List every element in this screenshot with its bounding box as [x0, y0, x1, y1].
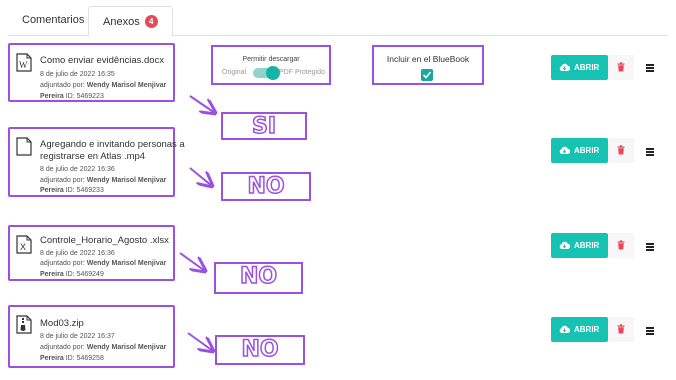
uploader-name: Wendy Marisol Menjivar: [86, 344, 167, 351]
delete-button-3[interactable]: [608, 233, 634, 258]
attachment-item-2: Agregando e invitando personas a registr…: [8, 127, 185, 197]
delete-button-2[interactable]: [608, 138, 634, 163]
excel-file-icon: X: [16, 235, 32, 254]
svg-text:W: W: [19, 60, 28, 70]
uploader-last-name: Pereira: [40, 187, 64, 194]
download-permission-title: Permitir descargar: [242, 56, 300, 63]
file-name[interactable]: Controle_Horario_Agosto .xlsx: [40, 235, 169, 247]
toggle-knob: [266, 66, 280, 80]
bluebook-panel: Incluir en el BlueBook: [372, 45, 484, 85]
trash-icon: [617, 240, 625, 250]
uploaded-by-label: adjuntado por:: [40, 260, 85, 267]
uploader-name: Wendy Marisol Menjivar: [86, 260, 167, 267]
svg-text:X: X: [20, 242, 26, 252]
cloud-download-icon: [559, 146, 570, 155]
uploaded-by-label: adjuntado por:: [40, 344, 85, 351]
uploader-last-name: Pereira: [40, 355, 64, 362]
arrow-1: [189, 95, 215, 113]
file-name[interactable]: Como enviar evidências.docx: [40, 55, 164, 67]
trash-icon: [617, 62, 625, 72]
download-format-toggle[interactable]: [253, 66, 280, 80]
annotation-label-2: NO: [221, 172, 311, 201]
bluebook-checkbox[interactable]: [421, 69, 433, 81]
trash-icon: [617, 145, 625, 155]
open-button-1[interactable]: ABRIR: [551, 55, 608, 80]
file-id: ID: 5469249: [65, 271, 104, 278]
uploader-last-name: Pereira: [40, 271, 64, 278]
attachment-item-1: W Como enviar evidências.docx 8 de julio…: [8, 43, 175, 102]
cloud-download-icon: [559, 63, 570, 72]
arrow-2: [189, 167, 212, 186]
cloud-download-icon: [559, 325, 570, 334]
more-menu-icon-3[interactable]: [646, 243, 654, 251]
bluebook-label: Incluir en el BlueBook: [386, 54, 470, 64]
file-id: ID: 5469233: [65, 187, 104, 194]
original-option-label: Original: [222, 69, 247, 76]
open-button-label: ABRIR: [574, 63, 600, 72]
attachment-item-3: X Controle_Horario_Agosto .xlsx 8 de jul…: [8, 225, 175, 281]
uploaded-by-label: adjuntado por:: [40, 177, 85, 184]
uploader-last-name: Pereira: [40, 93, 64, 100]
cloud-download-icon: [559, 241, 570, 250]
zip-file-icon: [16, 315, 32, 334]
word-file-icon: W: [16, 53, 32, 72]
open-button-label: ABRIR: [574, 241, 600, 250]
open-button-2[interactable]: ABRIR: [551, 138, 608, 163]
file-icon: [16, 137, 32, 156]
delete-button-1[interactable]: [608, 55, 634, 80]
file-name[interactable]: Mod03.zip: [40, 318, 84, 330]
more-menu-icon-2[interactable]: [646, 148, 654, 156]
delete-button-4[interactable]: [608, 317, 634, 342]
file-name[interactable]: Agregando e invitando personas a: [40, 139, 185, 151]
open-button-label: ABRIR: [574, 325, 600, 334]
checkmark-icon: [422, 71, 432, 79]
annotation-label-1: SI: [221, 112, 307, 140]
more-menu-icon-1[interactable]: [646, 64, 654, 72]
annotation-label-3: NO: [214, 262, 303, 294]
uploader-name: Wendy Marisol Menjivar: [86, 177, 167, 184]
attachment-item-4: Mod03.zip 8 de julio de 2022 16:37 adjun…: [8, 305, 175, 368]
open-button-3[interactable]: ABRIR: [551, 233, 608, 258]
protected-pdf-option-label: PDF Protegido: [279, 69, 325, 76]
more-menu-icon-4[interactable]: [646, 327, 654, 335]
download-permission-panel: Permitir descargar Original PDF Protegid…: [211, 45, 331, 85]
file-id: ID: 5469223: [65, 93, 104, 100]
file-id: ID: 5469258: [65, 355, 104, 362]
open-button-label: ABRIR: [574, 146, 600, 155]
arrow-3: [179, 252, 205, 271]
annotation-label-4: NO: [215, 335, 305, 365]
uploaded-by-label: adjuntado por:: [40, 82, 85, 89]
file-name-line2[interactable]: registrarse en Atlas .mp4: [40, 151, 145, 163]
uploader-name: Wendy Marisol Menjivar: [86, 82, 167, 89]
arrow-4: [187, 332, 213, 351]
trash-icon: [617, 324, 625, 334]
open-button-4[interactable]: ABRIR: [551, 317, 608, 342]
